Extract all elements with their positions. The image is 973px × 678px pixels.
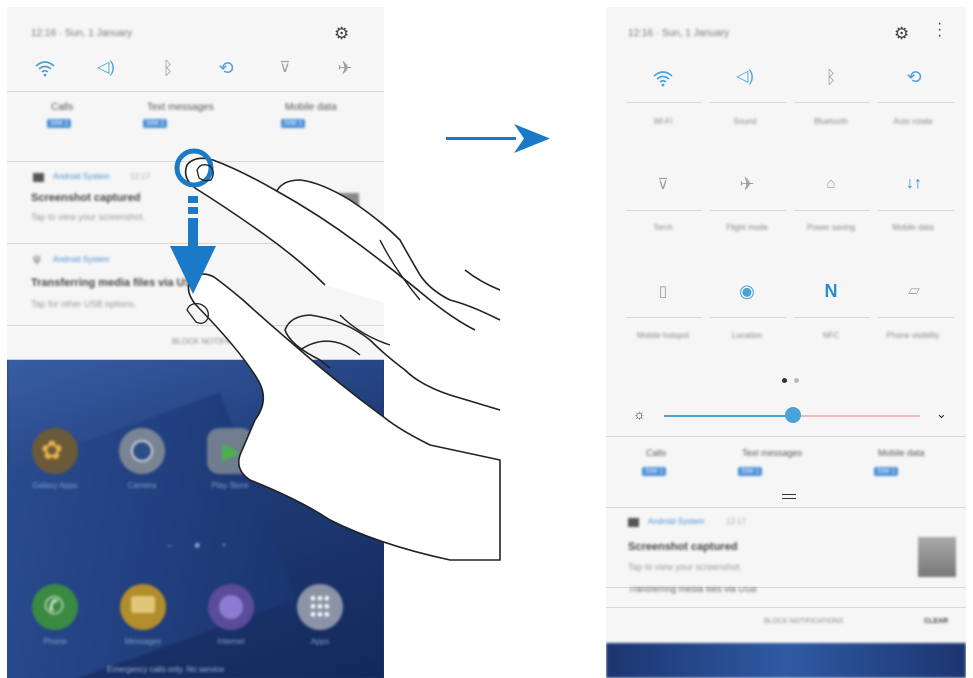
notification-body: Tap to view your screenshot.	[628, 562, 743, 572]
tile-label: Torch	[653, 223, 673, 232]
block-notifications-button[interactable]: BLOCK NOTIFICATIONS	[764, 618, 843, 625]
tile-label: Mobile hotspot	[636, 331, 690, 340]
nfc-icon[interactable]: N	[818, 281, 844, 301]
tile-label: Sound	[733, 117, 757, 126]
tile-label: Location	[731, 331, 763, 340]
more-options-icon[interactable]: · · ·	[937, 16, 942, 44]
tile-label: Phone visibility	[886, 331, 940, 340]
right-phone-screen: 12:16 · Sun, 1 January ⚙ · · · ◁) ᛒ ⟲ Wi-F…	[606, 7, 966, 678]
airplane-icon[interactable]: ✈	[734, 174, 760, 194]
chevron-down-icon[interactable]: ⌄	[936, 406, 947, 422]
brightness-fill	[664, 415, 794, 417]
divider	[606, 436, 966, 437]
phone-visibility-icon[interactable]: ▱	[901, 281, 927, 301]
page-indicator	[782, 378, 787, 383]
brightness-icon: ☼	[633, 406, 646, 422]
app-label: Apps	[310, 637, 330, 646]
wallpaper	[606, 643, 966, 678]
tile-label: Bluetooth	[814, 117, 848, 126]
sim-calls-label: Calls	[646, 448, 667, 458]
tile-label: Mobile data	[892, 223, 934, 232]
screenshot-thumbnail	[918, 537, 956, 577]
divider	[606, 607, 966, 608]
app-label: Internet	[217, 637, 245, 646]
sim-data-label: Mobile data	[878, 448, 925, 458]
sound-icon[interactable]: ◁)	[732, 67, 758, 87]
swipe-gesture-illustration	[170, 148, 501, 561]
hotspot-icon[interactable]: ▯	[650, 282, 676, 302]
tile-label: Auto rotate	[893, 117, 933, 126]
tile-label: NFC	[822, 331, 840, 340]
emergency-calls-text: Emergency calls only. No service	[107, 665, 225, 674]
app-label: Phone	[43, 637, 67, 646]
sim-calls-badge[interactable]: SIM 1	[642, 467, 667, 476]
status-time-date: 12:16 · Sun, 1 January	[628, 28, 730, 39]
divider	[606, 507, 966, 508]
clear-button[interactable]: CLEAR	[924, 618, 948, 625]
drag-handle[interactable]	[782, 494, 796, 499]
transition-arrow	[446, 124, 550, 153]
sim-text-label: Text messages	[742, 448, 803, 458]
bluetooth-icon[interactable]: ᛒ	[818, 67, 844, 87]
notification-usb-title[interactable]: Transferring media files via USB	[628, 587, 757, 594]
brightness-slider[interactable]	[785, 407, 801, 423]
notification-title: Screenshot captured	[628, 541, 738, 553]
notification-app-name: Android System	[648, 517, 705, 526]
sim-text-badge[interactable]: SIM 1	[738, 467, 763, 476]
settings-icon[interactable]: ⚙	[894, 24, 909, 44]
sim-data-badge[interactable]: SIM 1	[874, 467, 899, 476]
tile-label: Wi-Fi	[653, 117, 673, 126]
location-icon[interactable]: ◉	[734, 281, 760, 301]
image-icon	[628, 518, 639, 527]
app-label: Messages	[124, 637, 162, 646]
notification-time: 12:17	[726, 517, 747, 526]
tile-label: Power saving	[806, 223, 856, 232]
tile-label: Flight mode	[726, 223, 768, 232]
battery-icon[interactable]: ⌂	[818, 174, 844, 194]
data-arrows-icon[interactable]: ↓↑	[901, 174, 927, 194]
auto-rotate-icon[interactable]: ⟲	[901, 67, 927, 87]
wifi-icon[interactable]	[650, 69, 676, 91]
torch-icon[interactable]: ⊽	[650, 175, 676, 195]
page-indicator	[794, 378, 799, 383]
